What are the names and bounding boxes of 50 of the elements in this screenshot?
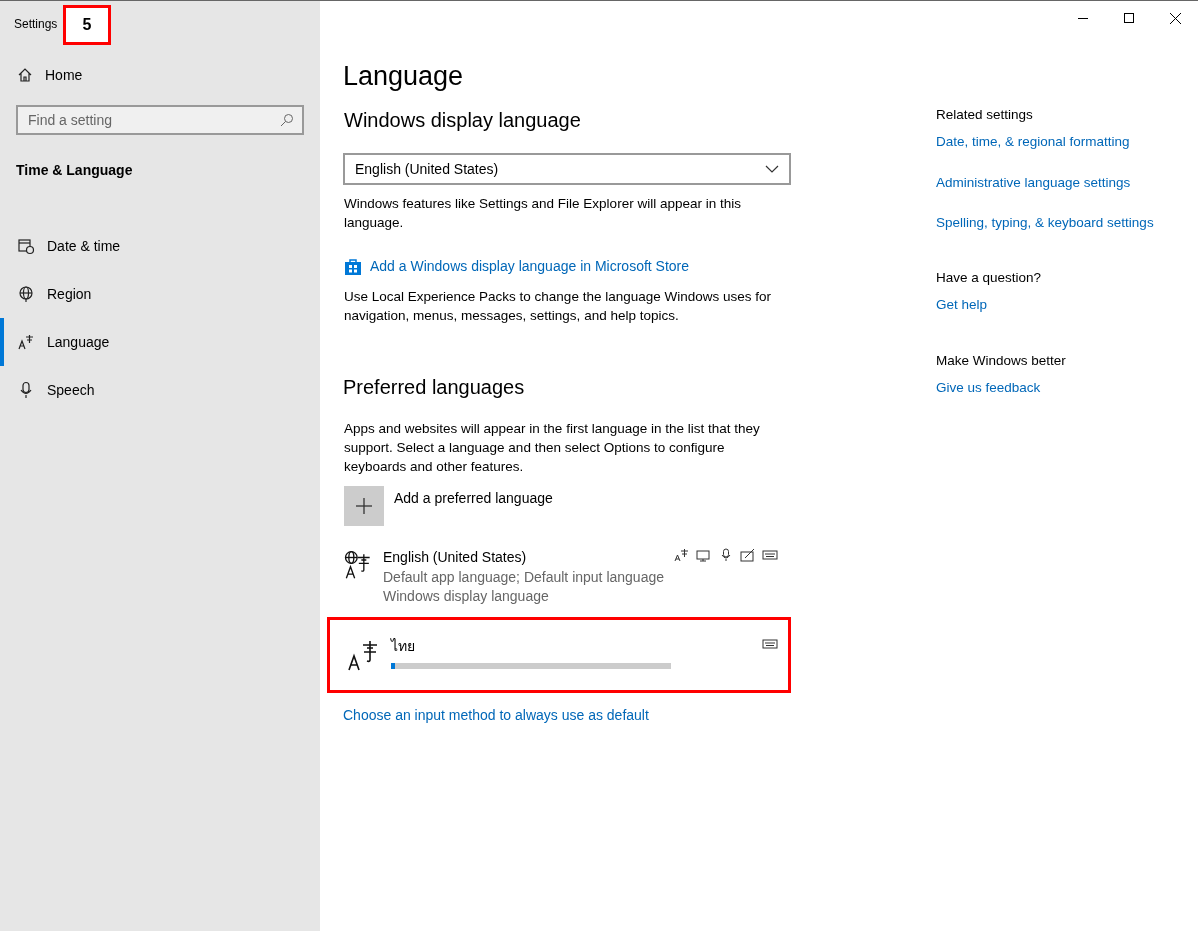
page-title: Language bbox=[343, 60, 465, 93]
language-row[interactable]: ไทย bbox=[327, 617, 791, 693]
language-icon bbox=[17, 333, 35, 351]
section-heading: Preferred languages bbox=[343, 375, 526, 400]
description-text: Use Local Experience Packs to change the language Windows uses for navigation, menus, messages, settings, and help topics. bbox=[343, 288, 772, 325]
related-link[interactable]: Spelling, typing, & keyboard settings bbox=[936, 212, 1176, 233]
section-heading: Windows display language bbox=[343, 108, 582, 133]
language-name: ไทย bbox=[391, 637, 416, 656]
globe-icon bbox=[17, 285, 35, 303]
store-link[interactable]: Add a Windows display language in Microsoft Store bbox=[370, 256, 690, 277]
plus-icon bbox=[355, 497, 373, 515]
section-heading: Time & Language bbox=[16, 162, 133, 178]
related-link[interactable]: Give us feedback bbox=[936, 377, 1176, 398]
related-heading: Have a question? bbox=[936, 269, 1043, 287]
add-language-button[interactable] bbox=[344, 486, 384, 526]
maximize-icon bbox=[1124, 13, 1134, 23]
language-row[interactable]: English (United States) Default app language; Default input language Windows display language bbox=[327, 538, 791, 611]
related-heading: Related settings bbox=[936, 106, 1034, 124]
search-field[interactable]: Find a setting bbox=[16, 105, 304, 135]
input-method-link[interactable]: Choose an input method to always use as default bbox=[343, 705, 793, 726]
description-text: Windows features like Settings and File Explorer will appear in this language. bbox=[343, 195, 742, 232]
keyboard-icon bbox=[762, 548, 778, 562]
keyboard-icon bbox=[762, 637, 778, 651]
related-link[interactable]: Date, time, & regional formatting bbox=[936, 132, 1176, 153]
pen-icon bbox=[740, 548, 756, 562]
related-link[interactable]: Get help bbox=[936, 295, 1176, 316]
close-icon bbox=[1169, 12, 1181, 24]
language-name: English (United States) bbox=[383, 548, 528, 567]
nav-item[interactable]: Language bbox=[0, 318, 320, 366]
calendar-icon bbox=[17, 237, 35, 255]
language-detail: Windows display language bbox=[383, 587, 550, 606]
home-icon bbox=[17, 67, 33, 83]
related-heading: Make Windows better bbox=[936, 351, 1067, 370]
language-detail: Default app language; Default input language bbox=[383, 568, 664, 587]
nav-item[interactable]: Date & time bbox=[0, 222, 320, 270]
add-language-label: Add a preferred language bbox=[394, 489, 553, 508]
chevron-down-icon bbox=[765, 165, 779, 173]
nav-item[interactable]: Speech bbox=[0, 366, 320, 414]
step-number-badge: 5 bbox=[63, 5, 111, 45]
minimize-icon bbox=[1078, 17, 1088, 19]
language-icon bbox=[674, 548, 690, 562]
search-icon bbox=[280, 113, 294, 127]
window-title: Settings bbox=[14, 17, 58, 31]
store-icon bbox=[344, 257, 362, 276]
home-nav-item[interactable]: Home bbox=[0, 53, 320, 97]
language-dropdown[interactable]: English (United States) bbox=[343, 153, 791, 185]
monitor-icon bbox=[696, 548, 712, 562]
nav-item[interactable]: Region bbox=[0, 270, 320, 318]
description-text: Apps and websites will appear in the first language in the list that they support. Select a language and then select Options to configure keyboards and other features. bbox=[343, 420, 761, 476]
related-link[interactable]: Administrative language settings bbox=[936, 172, 1176, 193]
